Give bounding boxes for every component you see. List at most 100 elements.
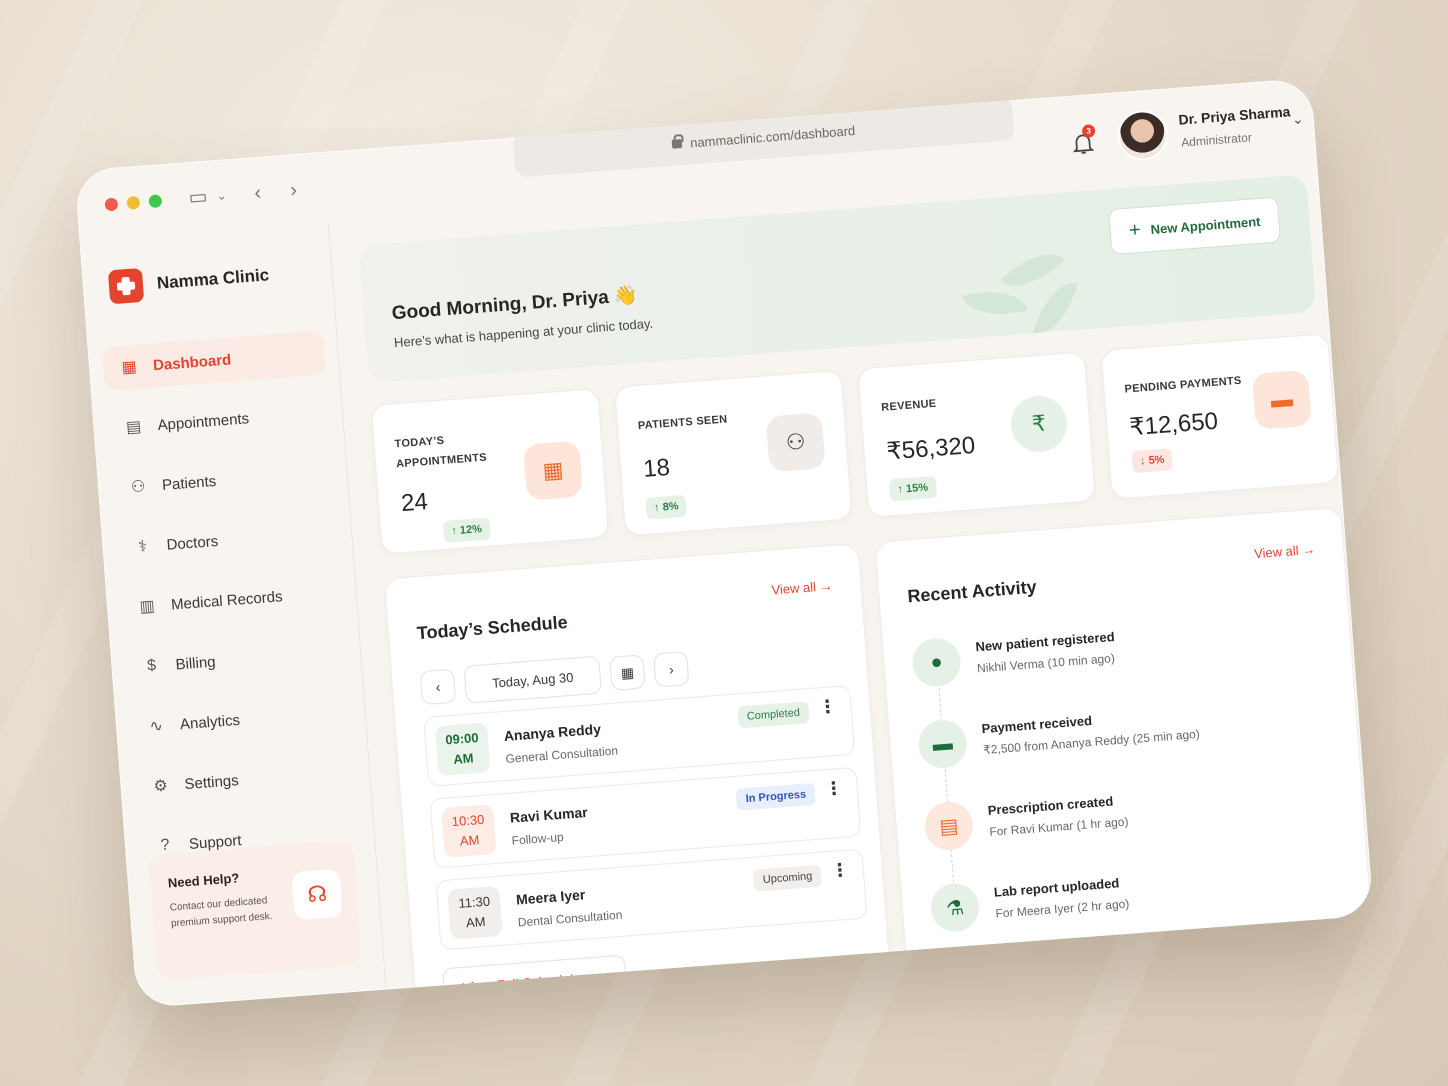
stat-card-revenue[interactable]: Revenue ₹56,320 ↑ 15% ₹ <box>857 351 1096 519</box>
leaf-decoration <box>1032 275 1078 342</box>
user-name[interactable]: Dr. Priya Sharma <box>1178 103 1291 127</box>
status-badge: Upcoming <box>753 864 823 892</box>
more-options-icon[interactable]: ⋮ <box>830 860 849 881</box>
brand[interactable]: Namma Clinic <box>107 258 271 305</box>
stat-value: ₹56,320 <box>885 431 977 466</box>
activity-title: Recent Activity <box>906 576 1038 607</box>
stat-card-appointments[interactable]: Today’s Appointments 24 ↑ 12% ▦ <box>370 388 610 555</box>
chevron-down-icon[interactable]: ⌄ <box>1291 110 1304 128</box>
user-icon: ● <box>910 636 963 689</box>
stat-change: ↓ 5% <box>1131 448 1174 474</box>
prev-day-button[interactable]: ‹ <box>419 668 457 706</box>
sidebar-item-appointments[interactable]: ▤ Appointments <box>106 390 331 451</box>
new-appointment-button[interactable]: + New Appointment <box>1108 196 1282 256</box>
headset-icon[interactable]: ☊ <box>291 868 343 921</box>
time-hour: 09:00 <box>444 729 480 748</box>
calendar-icon: ▤ <box>125 418 142 437</box>
users-icon: ⚇ <box>765 412 826 473</box>
stat-label: Today’s Appointments <box>394 434 488 471</box>
recent-activity-panel: Recent Activity View all → ● New patient… <box>874 506 1374 985</box>
stat-change: ↑ 15% <box>888 475 937 502</box>
activity-title: New patient registered <box>974 629 1116 655</box>
main-content: Good Morning, Dr. Priya 👋 Here’s what is… <box>329 149 1374 1009</box>
stat-label: Pending Payments <box>1124 374 1243 396</box>
appointment-row[interactable]: 11:30 AM Meera Iyer Dental Consultation U… <box>435 848 868 951</box>
stat-value: ₹12,650 <box>1128 407 1219 442</box>
stat-change: ↑ 8% <box>645 494 688 520</box>
activity-title: Payment received <box>981 712 1093 737</box>
appointment-time: 10:30 AM <box>441 804 497 858</box>
appointment-time: 11:30 AM <box>447 885 503 940</box>
time-hour: 10:30 <box>451 811 485 830</box>
more-options-icon[interactable]: ⋮ <box>824 778 843 799</box>
arrow-right-icon: → <box>818 578 834 594</box>
close-window-button[interactable] <box>104 197 119 212</box>
calendar-icon: ▦ <box>620 663 635 681</box>
activity-view-all-link[interactable]: View all → <box>1254 542 1316 562</box>
status-badge: Completed <box>737 701 810 729</box>
stat-value: 24 <box>400 488 429 518</box>
schedule-title: Today’s Schedule <box>416 611 569 644</box>
activity-subtitle: For Ravi Kumar (1 hr ago) <box>988 814 1129 839</box>
stat-card-patients-seen[interactable]: Patients Seen 18 ↑ 8% ⚇ <box>613 369 853 537</box>
window-controls <box>104 194 163 212</box>
appointment-type: Dental Consultation <box>517 907 623 930</box>
schedule-view-all-link[interactable]: View all → <box>771 578 833 598</box>
stat-value: 18 <box>642 453 671 483</box>
sidebar-item-label: Patients <box>161 472 217 494</box>
leaf-decoration <box>961 281 1028 325</box>
sidebar-item-medical-records[interactable]: ▥ Medical Records <box>120 570 345 631</box>
sidebar-item-patients[interactable]: ⚇ Patients <box>111 450 336 511</box>
appointment-type: General Consultation <box>505 743 619 766</box>
sidebar-item-label: Settings <box>183 771 240 793</box>
next-day-button[interactable]: › <box>653 651 690 688</box>
sidebar-item-doctors[interactable]: ⚕ Doctors <box>115 510 340 571</box>
chevron-left-icon: ‹ <box>435 678 441 696</box>
patient-name: Ravi Kumar <box>509 804 589 826</box>
sidebar-item-analytics[interactable]: ∿ Analytics <box>129 689 354 750</box>
forward-icon[interactable]: › <box>289 176 298 204</box>
sidebar-item-label: Billing <box>174 652 217 673</box>
gear-icon: ⚙ <box>152 777 169 796</box>
time-period: AM <box>452 750 475 767</box>
status-badge: In Progress <box>735 782 816 811</box>
date-field[interactable]: Today, Aug 30 <box>463 655 602 704</box>
activity-item[interactable]: ▬ Payment received ₹2,500 from Ananya Re… <box>916 691 1340 782</box>
sidebar-item-billing[interactable]: $ Billing <box>124 630 349 691</box>
more-options-icon[interactable]: ⋮ <box>818 696 837 717</box>
activity-item[interactable]: ● New patient registered Nikhil Verma (1… <box>910 609 1334 700</box>
view-all-label: View all <box>1253 542 1300 562</box>
sidebar-item-label: Doctors <box>165 532 219 554</box>
book-icon: ▥ <box>138 597 156 616</box>
time-period: AM <box>465 913 487 931</box>
clinic-logo-icon <box>107 267 145 305</box>
user-role: Administrator <box>1180 130 1253 150</box>
wallet-icon: ▬ <box>1251 369 1312 430</box>
patient-name: Ananya Reddy <box>503 720 602 745</box>
users-icon: ⚇ <box>130 478 146 497</box>
chevron-right-icon: › <box>668 661 675 678</box>
help-card[interactable]: Need Help? Contact our dedicated premium… <box>147 839 363 981</box>
back-icon[interactable]: ‹ <box>253 179 262 207</box>
stat-label: Patients Seen <box>637 413 728 433</box>
wallet-icon: ▬ <box>916 718 969 770</box>
new-appointment-label: New Appointment <box>1150 213 1261 237</box>
calendar-picker-button[interactable]: ▦ <box>609 654 646 691</box>
sidebar-item-dashboard[interactable]: ▦ Dashboard <box>101 330 327 391</box>
sidebar-item-label: Analytics <box>179 711 241 733</box>
avatar[interactable] <box>1115 108 1170 163</box>
stat-card-pending-payments[interactable]: Pending Payments ₹12,650 ↓ 5% ▬ <box>1100 333 1340 500</box>
maximize-window-button[interactable] <box>148 194 163 209</box>
dashboard-icon: ▦ <box>120 358 138 377</box>
timeline-line <box>937 668 956 908</box>
arrow-right-icon: → <box>1301 541 1316 558</box>
help-text: Contact our dedicated premium support de… <box>169 895 273 930</box>
sidebar-item-settings[interactable]: ⚙ Settings <box>133 749 358 810</box>
activity-title: Prescription created <box>987 793 1114 818</box>
minimize-window-button[interactable] <box>126 195 141 210</box>
stat-change: ↑ 12% <box>442 517 491 543</box>
sidebar-item-label: Appointments <box>156 409 250 434</box>
activity-item[interactable]: ▤ Prescription created For Ravi Kumar (1… <box>923 772 1346 863</box>
sidebar-toggle-icon[interactable]: ▭ <box>188 183 209 212</box>
chevron-down-icon[interactable]: ⌄ <box>216 181 228 210</box>
